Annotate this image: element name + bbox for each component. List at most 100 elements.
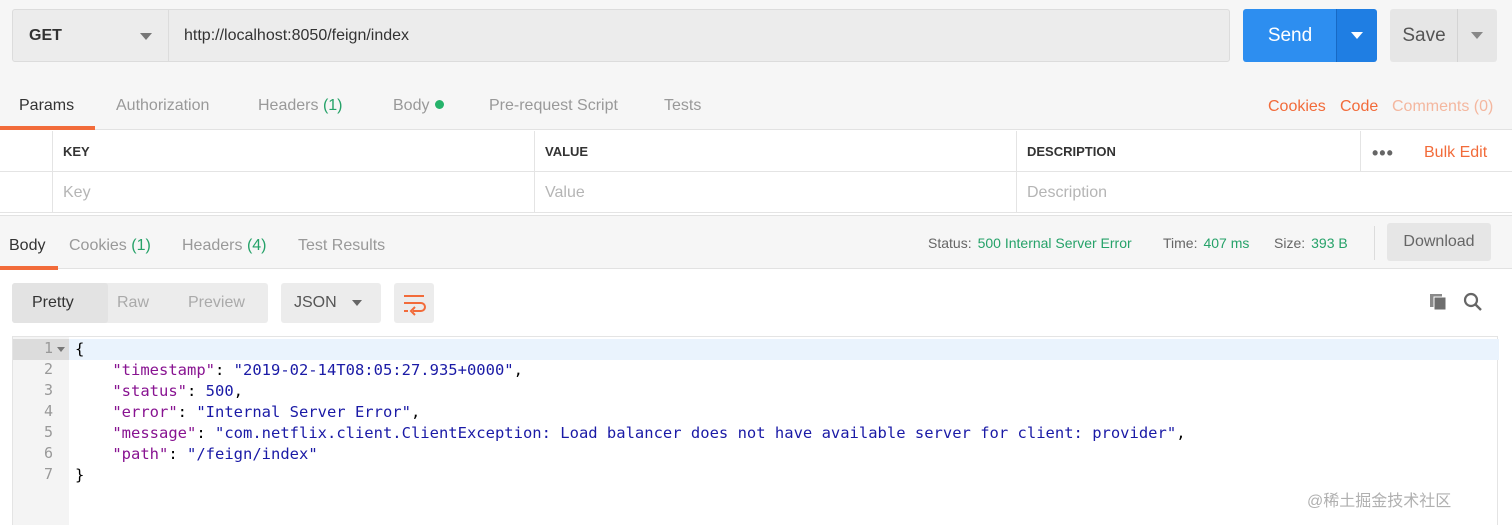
response-status: Status: 500 Internal Server Error	[928, 235, 1132, 251]
method-select[interactable]: GET	[12, 9, 169, 62]
tab-authorization[interactable]: Authorization	[116, 97, 209, 115]
chevron-down-icon	[140, 33, 152, 40]
code-link[interactable]: Code	[1340, 98, 1378, 116]
request-tabs: Params Authorization Headers (1) Body Pr…	[0, 76, 1512, 130]
params-input-row: Key Value Description	[0, 172, 1512, 213]
bulk-edit-link[interactable]: Bulk Edit	[1424, 144, 1487, 162]
line-number: 3	[43, 381, 53, 399]
json-brace: {	[75, 340, 85, 358]
params-header-row: KEY VALUE DESCRIPTION ••• Bulk Edit	[0, 131, 1512, 172]
size-value: 393 B	[1311, 235, 1348, 251]
json-key: "message"	[112, 424, 197, 442]
tab-tests[interactable]: Tests	[664, 97, 701, 115]
view-preview-button[interactable]: Preview	[188, 294, 245, 312]
body-indicator-dot-icon	[435, 100, 445, 109]
download-button[interactable]: Download	[1387, 223, 1491, 261]
method-label: GET	[29, 26, 62, 44]
format-label: JSON	[294, 294, 337, 311]
save-label: Save	[1402, 24, 1446, 46]
watermark: @稀土掘金技术社区	[1307, 493, 1452, 510]
wrap-lines-icon	[404, 295, 426, 316]
code-line: "error": "Internal Server Error",	[112, 403, 421, 421]
tab-prerequest-label: Pre-request Script	[489, 97, 618, 114]
status-value: 500 Internal Server Error	[977, 235, 1132, 251]
save-options-button[interactable]	[1457, 9, 1497, 62]
param-description-input[interactable]: Description	[1016, 172, 1512, 213]
line-number: 7	[43, 465, 53, 483]
send-button[interactable]: Send	[1243, 9, 1337, 62]
divider	[1374, 226, 1375, 260]
json-string-value: "com.netflix.client.ClientException: Loa…	[215, 424, 1177, 442]
tab-params-label: Params	[19, 97, 75, 114]
json-string-value: "/feign/index"	[187, 445, 318, 463]
code-line: }	[75, 465, 84, 486]
tab-params[interactable]: Params	[19, 97, 74, 115]
tab-headers[interactable]: Headers (1)	[258, 97, 343, 115]
param-key-input[interactable]: Key	[52, 172, 534, 213]
response-tab-body[interactable]: Body	[9, 237, 45, 255]
column-header-description: DESCRIPTION	[1016, 131, 1360, 172]
url-input[interactable]: http://localhost:8050/feign/index	[168, 9, 1230, 62]
fold-toggle-icon[interactable]	[57, 347, 65, 352]
tab-tests-label: Tests	[664, 97, 702, 114]
response-tab-cookies[interactable]: Cookies (1)	[69, 237, 151, 255]
wrap-lines-button[interactable]	[394, 283, 434, 323]
search-icon[interactable]	[1463, 292, 1483, 312]
chevron-down-icon	[1471, 32, 1483, 39]
request-bar: GET http://localhost:8050/feign/index Se…	[0, 0, 1512, 76]
body-toolbar: Pretty Raw Preview JSON	[0, 270, 1512, 336]
json-key: "timestamp"	[112, 361, 215, 379]
line-number: 1	[43, 339, 53, 357]
tab-prerequest-script[interactable]: Pre-request Script	[489, 97, 618, 115]
column-header-value: VALUE	[534, 131, 1016, 172]
response-body-editor[interactable]: 1 2 3 4 5 6 7 { "timestamp": "2019-02-14…	[12, 336, 1499, 525]
tab-body[interactable]: Body	[393, 97, 445, 115]
code-line: {	[75, 339, 84, 360]
url-text: http://localhost:8050/feign/index	[184, 26, 410, 44]
tab-body-label: Body	[393, 97, 430, 114]
time-label: Time:	[1163, 235, 1198, 251]
code-line: "status": 500,	[112, 382, 243, 400]
json-string-value: "2019-02-14T08:05:27.935+0000"	[233, 361, 514, 379]
code-line: "path": "/feign/index"	[112, 445, 318, 463]
size-label: Size:	[1274, 235, 1306, 251]
chevron-down-icon	[1351, 32, 1363, 39]
response-tab-test-results[interactable]: Test Results	[298, 237, 385, 255]
line-number: 5	[43, 423, 53, 441]
time-value: 407 ms	[1203, 235, 1250, 251]
more-options-icon[interactable]: •••	[1372, 143, 1394, 164]
code-line: "message": "com.netflix.client.ClientExc…	[112, 424, 1186, 442]
send-options-button[interactable]	[1336, 9, 1377, 62]
response-tab-body-label: Body	[9, 237, 46, 254]
copy-icon[interactable]	[1428, 292, 1448, 312]
json-key: "status"	[112, 382, 187, 400]
line-number: 6	[43, 444, 53, 462]
active-line-highlight	[13, 339, 1499, 360]
view-pretty-button[interactable]: Pretty	[32, 294, 74, 312]
tab-headers-label: Headers	[258, 97, 319, 114]
response-tab-cookies-label: Cookies	[69, 237, 127, 254]
cookies-link[interactable]: Cookies	[1268, 98, 1326, 116]
view-mode-segmented: Pretty Raw Preview	[12, 283, 268, 323]
view-raw-button[interactable]: Raw	[117, 294, 149, 312]
format-select[interactable]: JSON	[281, 283, 381, 323]
response-tab-headers-label: Headers	[182, 237, 243, 254]
comments-link[interactable]: Comments (0)	[1392, 98, 1493, 116]
params-table: KEY VALUE DESCRIPTION ••• Bulk Edit Key …	[0, 131, 1512, 214]
response-headers-count: (4)	[246, 237, 267, 254]
response-tabs: Body Cookies (1) Headers (4) Test Result…	[0, 215, 1512, 270]
tab-authorization-label: Authorization	[116, 97, 210, 114]
column-header-key: KEY	[52, 131, 534, 172]
response-size: Size: 393 B	[1274, 235, 1348, 251]
response-tab-headers[interactable]: Headers (4)	[182, 237, 267, 255]
param-value-input[interactable]: Value	[534, 172, 1016, 213]
cookies-count: (1)	[131, 237, 151, 254]
download-label: Download	[1403, 233, 1475, 250]
line-number: 2	[43, 360, 53, 378]
response-tab-test-results-label: Test Results	[298, 237, 386, 254]
save-button[interactable]: Save	[1390, 9, 1458, 62]
send-label: Send	[1267, 24, 1313, 46]
code-line: "timestamp": "2019-02-14T08:05:27.935+00…	[112, 361, 523, 379]
json-key: "error"	[112, 403, 178, 421]
active-tab-indicator	[0, 126, 95, 130]
